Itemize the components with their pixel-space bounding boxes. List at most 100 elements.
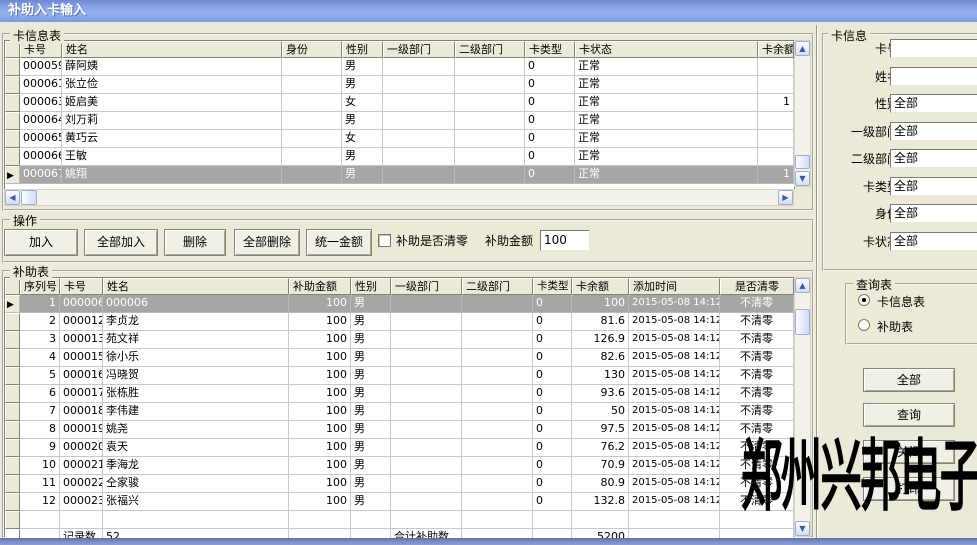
subsidy-table-row[interactable]: 6 000017 张栋胜 100 男 0 93.6 2015-05-08 14:… <box>5 385 794 403</box>
scroll-right-icon[interactable]: ▶ <box>778 190 793 205</box>
clear-subsidy-checkbox-label: 补助是否清零 <box>396 232 475 250</box>
column-header[interactable]: 卡类型 <box>525 41 575 58</box>
column-header[interactable]: 序列号 <box>20 278 60 295</box>
subsidy-table-row[interactable]: 8 000019 姚尧 100 男 0 97.5 2015-05-08 14:1… <box>5 421 794 439</box>
column-header[interactable]: 补助金额 <box>289 278 351 295</box>
cell-time: 2015-05-08 14:12: <box>629 367 720 385</box>
cell-card-type: 0 <box>525 58 575 76</box>
column-header[interactable]: 二级部门 <box>455 41 525 58</box>
column-header[interactable]: 姓名 <box>62 41 282 58</box>
column-header[interactable]: 二级部门 <box>462 278 533 295</box>
subsidy-table-row[interactable]: 1 000006 000006 100 男 0 100 2015-05-08 1… <box>5 295 794 313</box>
delete-all-button[interactable]: 全部删除 <box>234 229 300 256</box>
cell-gender: 男 <box>351 439 391 457</box>
field-input[interactable] <box>890 39 977 58</box>
uniform-amount-button[interactable]: 统一金额 <box>306 229 372 256</box>
column-header[interactable]: 是否清零 <box>720 278 794 295</box>
cell-clear-flag: 不清零 <box>720 367 794 385</box>
card-table-row[interactable]: 000066 王敏 男 0 正常 <box>5 148 794 166</box>
cell-time: 2015-05-08 14:12: <box>629 421 720 439</box>
column-header[interactable]: 卡号 <box>60 278 103 295</box>
add-all-button[interactable]: 全部加入 <box>84 229 158 256</box>
card-table-row[interactable]: 000067 姚翔 男 0 正常 1 <box>5 166 794 184</box>
cell-dept1 <box>383 94 455 112</box>
card-table-row[interactable]: 000064 刘万莉 男 0 正常 <box>5 112 794 130</box>
column-header[interactable]: 添加时间 <box>629 278 720 295</box>
cell-gender: 男 <box>351 493 391 511</box>
clear-subsidy-checkbox[interactable] <box>378 234 391 247</box>
subsidy-table-row[interactable]: 10 000021 季海龙 100 男 0 70.9 2015-05-08 14… <box>5 457 794 475</box>
row-indicator <box>5 421 20 439</box>
column-header[interactable]: 卡类型 <box>533 278 572 295</box>
card-grid-vscrollbar[interactable]: ▲ ▼ <box>794 40 811 187</box>
field-input[interactable]: 全部 <box>890 177 977 196</box>
column-header[interactable]: 卡余额 <box>572 278 629 295</box>
subsidy-table-row[interactable]: 7 000018 李伟建 100 男 0 50 2015-05-08 14:12… <box>5 403 794 421</box>
empty-row <box>5 511 794 529</box>
column-header[interactable]: 姓名 <box>103 278 289 295</box>
subsidy-table-row[interactable]: 2 000012 李贞龙 100 男 0 81.6 2015-05-08 14:… <box>5 313 794 331</box>
column-header[interactable]: 一级部门 <box>383 41 455 58</box>
cell-dept2 <box>462 367 533 385</box>
column-header[interactable]: 身份 <box>282 41 342 58</box>
card-table-row[interactable]: 000063 姬启美 女 0 正常 1 <box>5 94 794 112</box>
field-input[interactable]: 全部 <box>890 149 977 168</box>
scroll-thumb[interactable] <box>795 309 810 335</box>
add-button[interactable]: 加入 <box>4 229 78 256</box>
cell-name: 姚尧 <box>103 421 289 439</box>
scroll-left-icon[interactable]: ◀ <box>5 190 20 205</box>
subsidy-table-row[interactable]: 9 000020 袁天 100 男 0 76.2 2015-05-08 14:1… <box>5 439 794 457</box>
subsidy-amount-label: 补助金额 <box>485 232 533 250</box>
subsidy-table-row[interactable]: 4 000015 徐小乐 100 男 0 82.6 2015-05-08 14:… <box>5 349 794 367</box>
cell-card-type: 0 <box>533 403 572 421</box>
cell-dept1 <box>383 148 455 166</box>
field-input[interactable]: 全部 <box>890 122 977 141</box>
cell-dept2 <box>455 130 525 148</box>
column-header[interactable]: 性别 <box>342 41 383 58</box>
subsidy-table-row[interactable]: 3 000013 苑文祥 100 男 0 126.9 2015-05-08 14… <box>5 331 794 349</box>
header-indicator-cell <box>5 278 20 295</box>
card-table-row[interactable]: 000061 张立俭 男 0 正常 <box>5 76 794 94</box>
cell-seq: 3 <box>20 331 60 349</box>
field-input[interactable]: 全部 <box>890 94 977 113</box>
column-header[interactable]: 一级部门 <box>391 278 462 295</box>
column-header[interactable]: 卡状态 <box>575 41 758 58</box>
cell-seq: 7 <box>20 403 60 421</box>
column-header[interactable]: 性别 <box>351 278 391 295</box>
scroll-up-icon[interactable]: ▲ <box>795 41 810 56</box>
scroll-thumb[interactable] <box>21 190 37 205</box>
column-header[interactable]: 卡余额 <box>758 41 794 58</box>
cell-name: 姬启美 <box>62 94 282 112</box>
field-input[interactable]: 全部 <box>890 232 977 251</box>
cell-card-no: 000015 <box>60 349 103 367</box>
subsidy-table-row[interactable]: 5 000016 冯晓贺 100 男 0 130 2015-05-08 14:1… <box>5 367 794 385</box>
cell-name: 李伟建 <box>103 403 289 421</box>
delete-button[interactable]: 删除 <box>164 229 226 256</box>
card-table-row[interactable]: 000065 黄巧云 女 0 正常 <box>5 130 794 148</box>
field-input[interactable]: 全部 <box>890 204 977 223</box>
all-button[interactable]: 全部 <box>863 368 955 392</box>
cell-gender: 男 <box>351 349 391 367</box>
scroll-up-icon[interactable]: ▲ <box>795 278 810 293</box>
cell-dept2 <box>462 421 533 439</box>
cell-dept1 <box>391 349 462 367</box>
card-grid-hscrollbar[interactable]: ◀ ▶ <box>4 189 794 206</box>
cell-amount: 100 <box>289 457 351 475</box>
cell-dept1 <box>391 421 462 439</box>
cell-dept1 <box>383 76 455 94</box>
subsidy-amount-input[interactable]: 100 <box>540 230 590 251</box>
card-table-row[interactable]: 000059 薛阿姨 男 0 正常 <box>5 58 794 76</box>
cell-card-type: 0 <box>525 166 575 184</box>
cell-card-no: 000023 <box>60 493 103 511</box>
scroll-down-icon[interactable]: ▼ <box>795 171 810 186</box>
subsidy-table-row[interactable]: 11 000022 仝家骏 100 男 0 80.9 2015-05-08 14… <box>5 475 794 493</box>
card-info-field: 身份 全部 <box>822 204 977 223</box>
card-info-field: 二级部门 全部 <box>822 149 977 168</box>
cell-balance: 76.2 <box>572 439 629 457</box>
cell-dept2 <box>462 385 533 403</box>
field-input[interactable] <box>890 67 977 86</box>
subsidy-table-row[interactable]: 12 000023 张福兴 100 男 0 132.8 2015-05-08 1… <box>5 493 794 511</box>
cell-time: 2015-05-08 14:12: <box>629 475 720 493</box>
query-button[interactable]: 查询 <box>863 403 955 427</box>
scroll-thumb[interactable] <box>795 155 810 169</box>
